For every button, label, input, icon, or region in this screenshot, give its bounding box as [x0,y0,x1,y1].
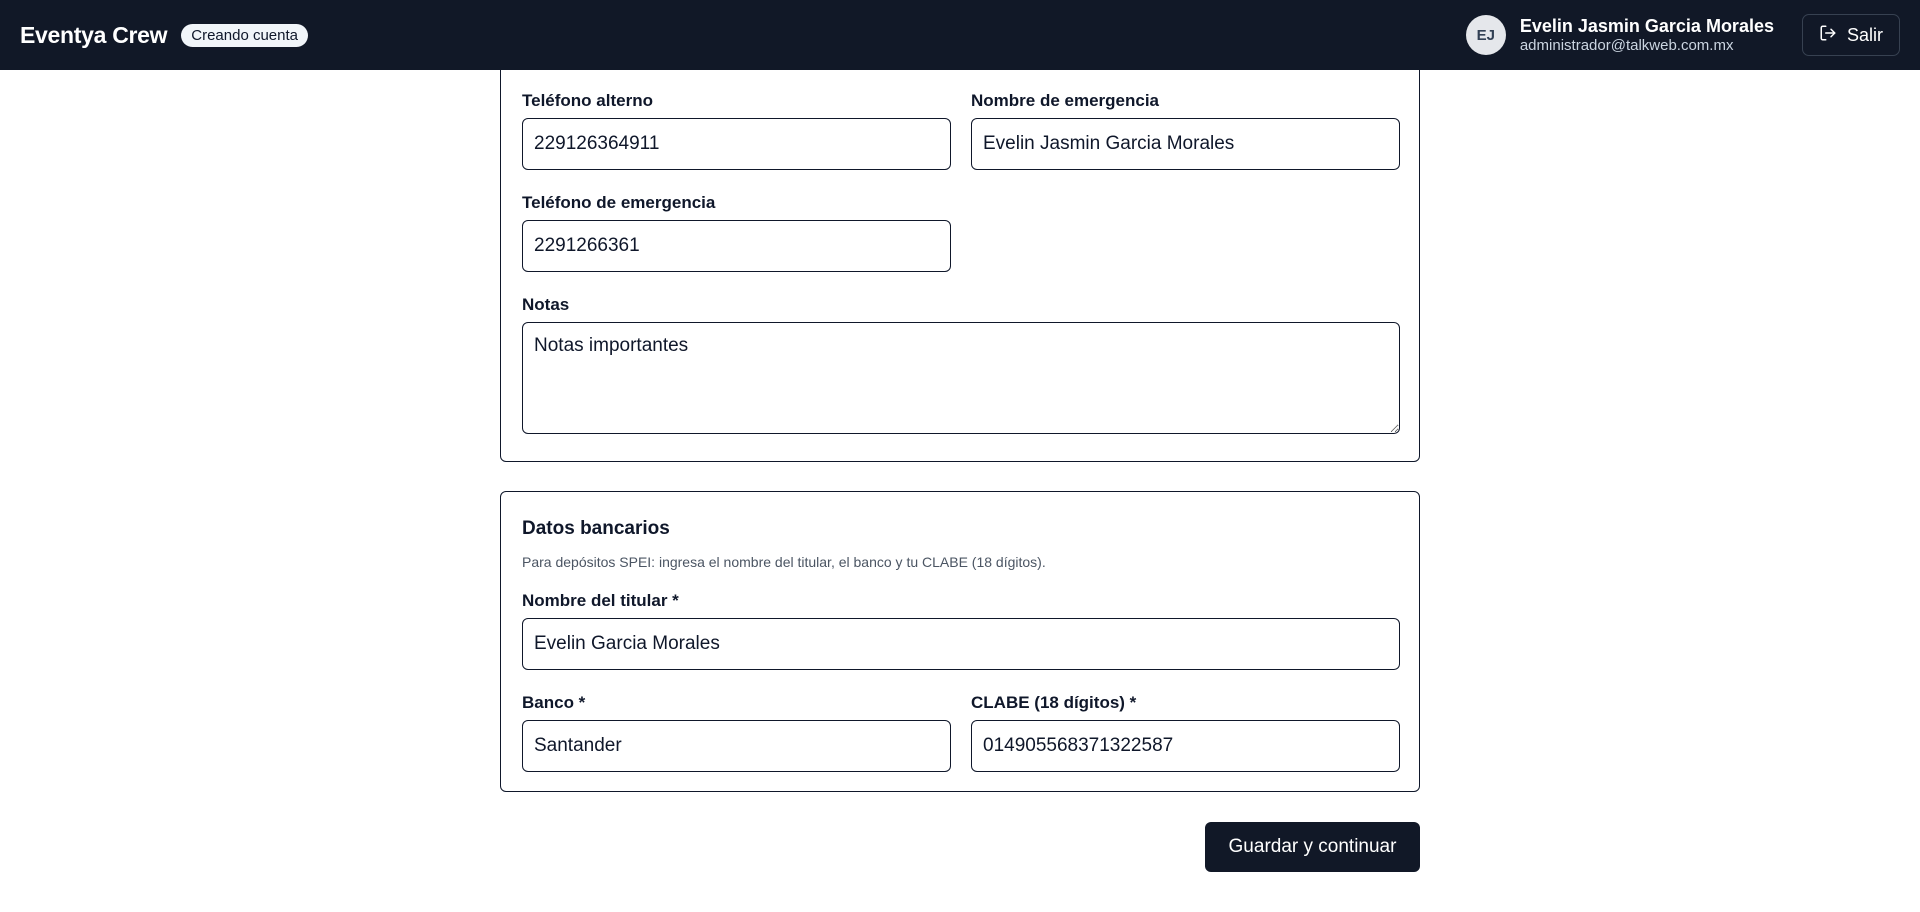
alt-phone-label: Teléfono alterno [522,91,653,110]
status-badge: Creando cuenta [181,23,308,47]
emergency-phone-label: Teléfono de emergencia [522,193,716,212]
emergency-phone-input[interactable] [522,220,951,272]
logout-label: Salir [1846,24,1883,45]
user-name: Evelin Jasmin Garcia Morales [1519,16,1774,37]
bank-name-label: Banco * [522,693,586,712]
bank-info-card: Datos bancarios Para depósitos SPEI: ing… [500,491,1420,792]
clabe-label: CLABE (18 dígitos) * [971,693,1137,712]
notes-label: Notas [522,295,570,314]
alt-phone-input[interactable] [522,118,951,170]
personal-info-card: Teléfono alterno Nombre de emergencia Te… [500,28,1420,462]
holder-name-label: Nombre del titular * [522,591,679,610]
logout-icon [1819,24,1837,47]
brand-area: Eventya Crew Creando cuenta [20,22,308,49]
user-email: administrador@talkweb.com.mx [1519,36,1734,54]
notes-textarea[interactable]: Notas importantes [522,322,1400,434]
bank-section-title: Datos bancarios [522,518,670,539]
top-bar: Eventya Crew Creando cuenta EJ Evelin Ja… [0,0,1920,70]
save-continue-button[interactable]: Guardar y continuar [1205,822,1420,872]
user-area: EJ Evelin Jasmin Garcia Morales administ… [1465,14,1900,56]
clabe-input[interactable] [971,720,1400,772]
bank-name-input[interactable] [522,720,951,772]
emergency-name-input[interactable] [971,118,1400,170]
user-info: Evelin Jasmin Garcia Morales administrad… [1520,16,1774,54]
avatar[interactable]: EJ [1465,15,1506,55]
holder-name-input[interactable] [522,618,1400,670]
brand-title[interactable]: Eventya Crew [20,22,168,49]
emergency-name-label: Nombre de emergencia [971,91,1160,110]
bank-section-hint: Para depósitos SPEI: ingresa el nombre d… [522,554,1046,570]
logout-button[interactable]: Salir [1801,14,1900,56]
